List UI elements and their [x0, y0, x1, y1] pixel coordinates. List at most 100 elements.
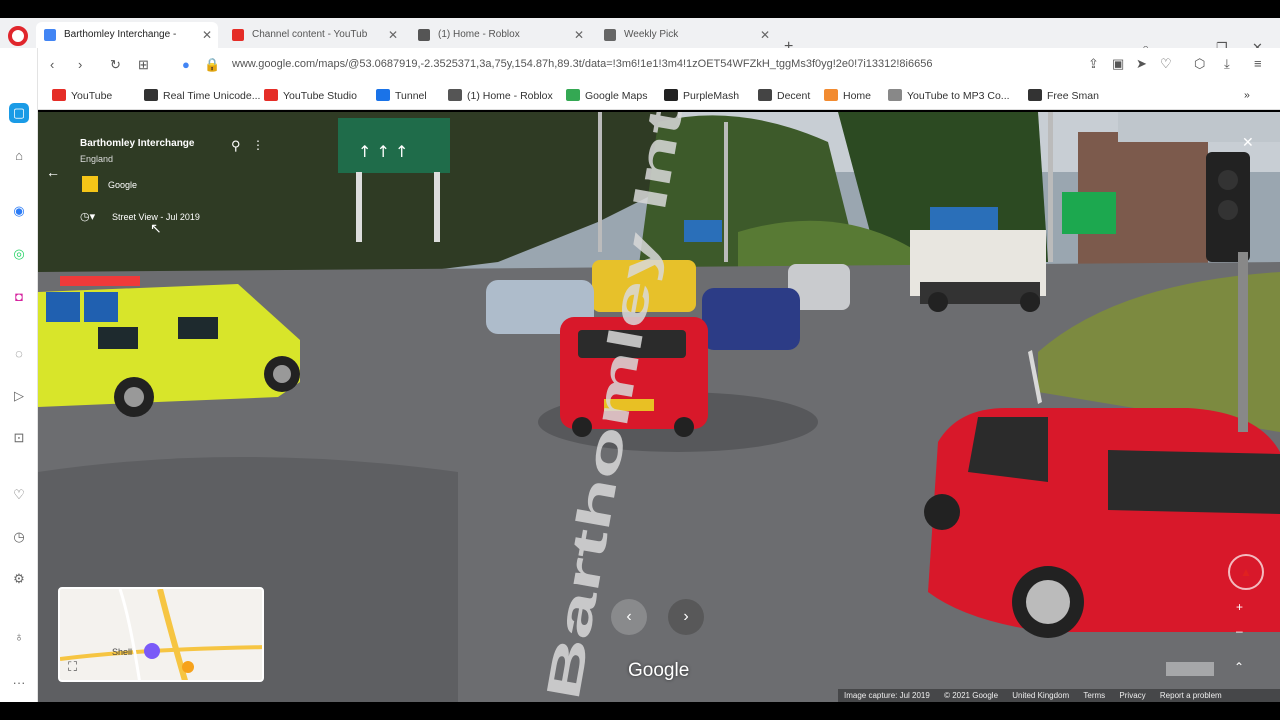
bookmark-item[interactable]: YouTube Studio — [264, 89, 357, 102]
bookmark-label: YouTube Studio — [283, 90, 357, 102]
tab-close-icon[interactable]: ✕ — [574, 22, 584, 48]
footer-report[interactable]: Report a problem — [1160, 691, 1222, 700]
tab-favicon-icon — [232, 29, 244, 41]
minimap-place: Shell — [112, 647, 133, 657]
street-view-panorama[interactable]: ↑ ↑ ↑ Image capture: Jul 2019 © 2021 Goo… — [38, 112, 1280, 702]
download-icon[interactable]: ⤓ — [1224, 56, 1230, 72]
tab-label: Channel content - YouTub — [252, 29, 368, 40]
whatsapp-icon[interactable]: ◎ — [9, 244, 29, 264]
bookmark-favicon-icon — [1028, 89, 1042, 101]
footer-region[interactable]: United Kingdom — [1012, 691, 1069, 700]
mouse-cursor-icon: ↖ — [150, 220, 162, 236]
bookmark-favicon-icon — [376, 89, 390, 101]
google-watermark: Google — [628, 660, 690, 681]
imagery-thumbnails[interactable] — [1166, 662, 1214, 676]
tab-close-icon[interactable]: ✕ — [202, 22, 212, 48]
vk-icon[interactable]: ◌ — [9, 343, 29, 363]
more-icon[interactable]: ··· — [9, 672, 29, 692]
zoom-in-icon[interactable]: + — [1236, 600, 1243, 614]
bookmark-label: Google Maps — [585, 90, 648, 102]
tab-1[interactable]: Barthomley Interchange - ✕ — [36, 22, 218, 48]
extensions-icon[interactable]: ⬡ — [1194, 56, 1205, 72]
tips-icon[interactable]: ♁ — [9, 626, 29, 646]
compass-icon[interactable]: ▲ — [1228, 554, 1264, 590]
tab-favicon-icon — [44, 29, 56, 41]
bookmark-item[interactable]: YouTube to MP3 Co... — [888, 89, 1010, 102]
bookmark-item[interactable]: Real Time Unicode... — [144, 89, 260, 102]
player-icon[interactable]: ▷ — [9, 386, 29, 406]
camera-icon[interactable]: ▣ — [1112, 56, 1124, 72]
back-icon[interactable]: ‹ — [50, 57, 54, 72]
bookmark-label: Home — [843, 90, 872, 102]
instagram-icon[interactable]: ◘ — [9, 286, 29, 306]
bookmark-favicon-icon — [52, 89, 66, 101]
snapshot-icon[interactable]: ⊡ — [9, 428, 29, 448]
tab-2[interactable]: Channel content - YouTub ✕ — [224, 22, 404, 48]
tab-close-icon[interactable]: ✕ — [760, 22, 770, 48]
bookmark-item[interactable]: Free Sman — [1028, 89, 1099, 102]
expand-map-icon[interactable]: ⛶ — [68, 659, 77, 675]
close-street-view-icon[interactable]: ✕ — [1242, 134, 1254, 151]
pin-icon[interactable]: ⚲ — [231, 138, 241, 154]
prev-arrow-button[interactable]: ‹ — [611, 599, 647, 635]
history-icon[interactable]: ◷ — [9, 527, 29, 547]
footer-terms[interactable]: Terms — [1083, 691, 1105, 700]
tab-4[interactable]: Weekly Pick ✕ — [596, 22, 776, 48]
footer-capture: Image capture: Jul 2019 — [844, 691, 930, 700]
screen-bottom-border — [0, 702, 1280, 720]
bookmark-item[interactable]: Decent — [758, 89, 810, 102]
tab-label: (1) Home - Roblox — [438, 29, 520, 40]
home-icon[interactable]: ⌂ — [9, 145, 29, 165]
timeline-icon[interactable]: ◷▾ — [80, 210, 95, 223]
bookmark-favicon-icon — [888, 89, 902, 101]
mini-map[interactable]: Shell ⛶ — [58, 587, 264, 682]
forward-icon[interactable]: › — [78, 57, 82, 72]
bookmark-item[interactable]: Home — [824, 89, 871, 102]
next-arrow-button[interactable]: › — [668, 599, 704, 635]
bookmark-label: YouTube to MP3 Co... — [907, 90, 1010, 102]
lock-icon[interactable]: 🔒 — [204, 57, 220, 73]
bookmark-item[interactable]: YouTube — [52, 89, 112, 102]
tab-close-icon[interactable]: ✕ — [388, 22, 398, 48]
tab-label: Barthomley Interchange - — [64, 29, 177, 40]
opera-menu-icon[interactable] — [8, 26, 28, 46]
bookmark-item[interactable]: (1) Home - Roblox — [448, 89, 553, 102]
provider-label: Google — [108, 180, 138, 190]
bookmarks-overflow-icon[interactable]: » — [1244, 89, 1250, 101]
tab-favicon-icon — [418, 29, 430, 41]
zoom-out-icon[interactable]: – — [1236, 624, 1243, 638]
tab-label: Weekly Pick — [624, 29, 679, 40]
footer-privacy[interactable]: Privacy — [1119, 691, 1145, 700]
mini-map-roads — [60, 589, 262, 680]
bookmark-favicon-icon — [664, 89, 678, 101]
location-title[interactable]: Barthomley Interchange — [80, 138, 194, 149]
bookmark-favicon-icon — [448, 89, 462, 101]
speed-dial-icon[interactable]: ⊞ — [138, 57, 149, 73]
bookmarks-icon[interactable]: ♡ — [9, 485, 29, 505]
share-icon[interactable]: ⇪ — [1088, 56, 1099, 72]
expand-icon[interactable]: ⌃ — [1234, 660, 1244, 674]
google-logo-icon — [82, 176, 98, 192]
easy-setup-icon[interactable]: ≡ — [1254, 56, 1262, 71]
bookmarks-bar: YouTube Real Time Unicode... YouTube Studi… — [38, 82, 1280, 110]
settings-icon[interactable]: ⚙ — [9, 569, 29, 589]
workspace-icon[interactable]: ▢ — [9, 103, 29, 123]
tab-3[interactable]: (1) Home - Roblox ✕ — [410, 22, 590, 48]
messenger-icon[interactable]: ◉ — [9, 201, 29, 221]
bookmark-label: Tunnel — [395, 90, 427, 102]
browser-window: Barthomley Interchange - ✕ Channel content… — [0, 0, 1280, 720]
send-icon[interactable]: ➤ — [1136, 56, 1147, 72]
attribution-footer: Image capture: Jul 2019 © 2021 Google Un… — [838, 689, 1280, 702]
heart-icon[interactable]: ♡ — [1160, 56, 1172, 72]
back-arrow-icon[interactable]: ← — [46, 164, 60, 180]
bookmark-item[interactable]: Tunnel — [376, 89, 427, 102]
bookmark-item[interactable]: Google Maps — [566, 89, 647, 102]
bookmark-label: Decent — [777, 90, 811, 102]
more-options-icon[interactable]: ⋮ — [252, 138, 264, 152]
location-info-card: Barthomley Interchange England ⚲ ⋮ Googl… — [66, 120, 266, 236]
url-field[interactable]: www.google.com/maps/@53.0687919,-2.35253… — [232, 58, 1062, 70]
footer-copyright: © 2021 Google — [944, 691, 999, 700]
bookmark-item[interactable]: PurpleMash — [664, 89, 739, 102]
bookmark-favicon-icon — [824, 89, 838, 101]
reload-icon[interactable]: ↻ — [110, 57, 121, 73]
